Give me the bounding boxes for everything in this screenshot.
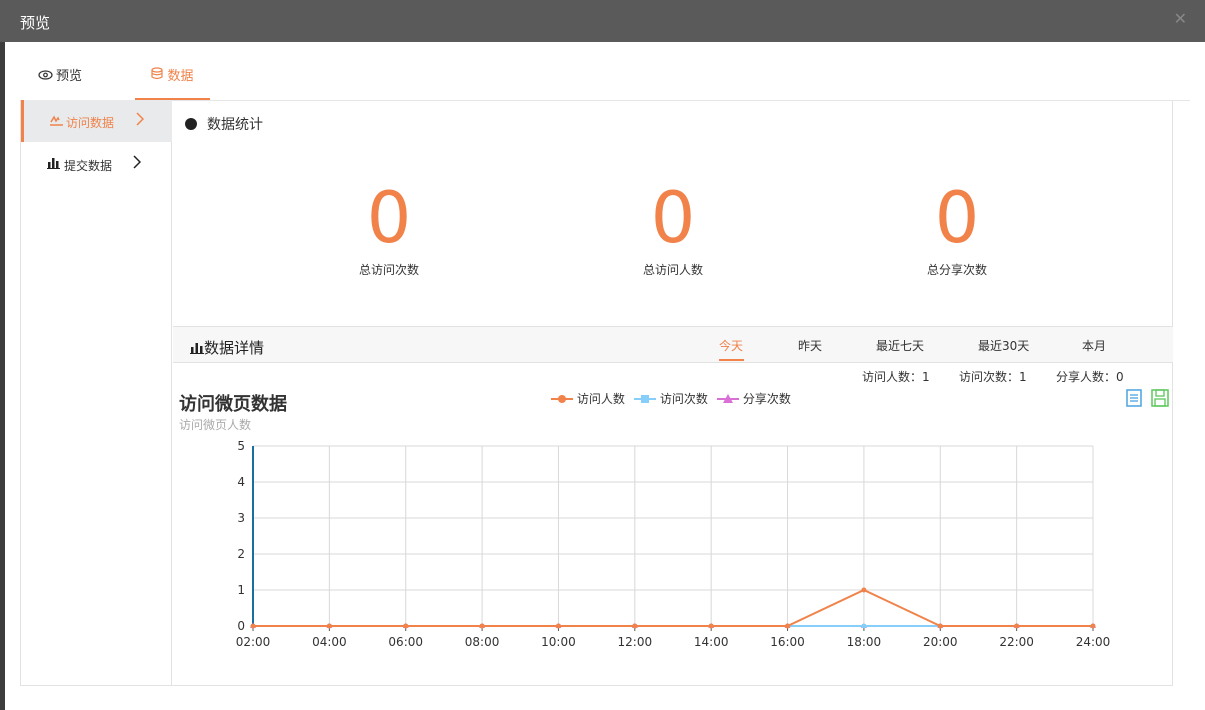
active-range-indicator	[719, 359, 744, 361]
range-tab-last-7-days[interactable]: 最近七天	[876, 337, 924, 354]
x-tick-label: 10:00	[541, 635, 576, 649]
x-tick-label: 24:00	[1076, 635, 1111, 649]
pie-chart-icon	[185, 118, 197, 130]
y-tick-label: 5	[237, 439, 245, 453]
x-tick-label: 20:00	[923, 635, 958, 649]
x-tick-label: 22:00	[999, 635, 1034, 649]
legend-marker-circle-icon	[551, 395, 573, 403]
x-tick-label: 12:00	[618, 635, 653, 649]
close-icon[interactable]: ✕	[1174, 9, 1187, 28]
data-point	[861, 587, 867, 593]
stat-value: 0	[934, 177, 980, 259]
summary-visitors: 访问人数：1	[862, 370, 930, 384]
y-tick-label: 3	[237, 511, 245, 525]
stat-label: 总分享次数	[926, 263, 987, 277]
legend-label: 分享次数	[742, 392, 791, 406]
summary-visits: 访问次数：1	[959, 370, 1027, 384]
data-point	[555, 623, 561, 629]
y-tick-label: 1	[237, 583, 245, 597]
data-point	[479, 623, 485, 629]
detail-title: 数据详情	[190, 337, 264, 358]
detail-header: 数据详情 今天 昨天 最近七天 最近30天 本月	[173, 326, 1173, 363]
stat-value: 0	[366, 177, 412, 259]
data-view-icon[interactable]	[1125, 389, 1143, 407]
data-point	[861, 624, 866, 628]
range-tab-yesterday[interactable]: 昨天	[798, 337, 822, 354]
legend-label: 访问次数	[659, 392, 708, 406]
legend-item-visitors[interactable]: 访问人数	[551, 390, 625, 407]
x-tick-label: 06:00	[388, 635, 423, 649]
tab-preview-label: 预览	[55, 69, 82, 84]
x-tick-label: 16:00	[770, 635, 805, 649]
sidebar-item-submit-data[interactable]: 提交数据	[21, 143, 172, 185]
y-tick-label: 2	[237, 547, 245, 561]
backdrop-edge	[0, 0, 5, 710]
legend-label: 访问人数	[576, 392, 625, 406]
y-tick-label: 4	[237, 475, 245, 489]
legend-item-shares[interactable]: 分享次数	[717, 390, 791, 407]
pulse-icon	[50, 114, 63, 129]
sidebar-item-label: 提交数据	[64, 159, 113, 173]
data-point	[937, 623, 943, 629]
data-point	[1014, 623, 1020, 629]
data-point	[1090, 623, 1096, 629]
stats-title-label: 数据统计	[207, 117, 263, 133]
data-point	[403, 623, 409, 629]
sidebar: 访问数据 提交数据	[21, 100, 172, 685]
detail-title-label: 数据详情	[204, 339, 265, 357]
line-chart: 0 1 2 3 4 5 02:00 04:00 06:00 08:00 10:00 12:00 14:…	[236, 439, 1111, 649]
x-tick-label: 02:00	[236, 635, 271, 649]
legend-marker-square-icon	[634, 395, 656, 403]
data-point	[326, 623, 332, 629]
legend-item-visits[interactable]: 访问次数	[634, 390, 708, 407]
data-point	[785, 623, 791, 629]
chart-series	[250, 587, 1096, 629]
dialog-title: 预览	[20, 14, 51, 32]
content-area: 数据统计 0 总访问次数 0 总访问人数 0 总分享次数 数据详情 今天 昨天 …	[173, 100, 1173, 685]
stat-total-visitors: 0 总访问人数	[573, 178, 773, 278]
stat-label: 总访问人数	[642, 263, 703, 277]
preview-dialog: 预览 ✕ 预览 数据 访问数据 提交数据 数据统计 0 总访问次数 0 总访问人…	[0, 0, 1205, 710]
range-tab-this-month[interactable]: 本月	[1082, 337, 1106, 354]
database-icon	[151, 60, 164, 93]
x-tick-label: 18:00	[847, 635, 882, 649]
save-image-icon[interactable]	[1151, 389, 1169, 407]
y-tick-label: 0	[237, 619, 245, 633]
x-tick-label: 04:00	[312, 635, 347, 649]
tab-data[interactable]: 数据	[135, 60, 210, 100]
stats-section-title: 数据统计	[185, 114, 263, 134]
stat-label: 总访问次数	[358, 263, 419, 277]
series-line-0	[253, 588, 1093, 627]
tab-bar: 预览 数据	[20, 60, 1190, 101]
chevron-right-icon	[136, 111, 145, 130]
chevron-right-icon	[133, 154, 142, 173]
tab-data-label: 数据	[167, 69, 194, 84]
data-point	[708, 623, 714, 629]
y-axis: 0 1 2 3 4 5	[237, 439, 254, 633]
tab-preview[interactable]: 预览	[20, 60, 100, 100]
sidebar-item-visit-data[interactable]: 访问数据	[21, 100, 172, 142]
x-tick-label: 14:00	[694, 635, 729, 649]
chart-title: 访问微页数据	[179, 394, 287, 415]
data-point	[632, 623, 638, 629]
summary-share-users: 分享人数：0	[1056, 370, 1124, 384]
data-point	[250, 623, 256, 629]
stat-value: 0	[650, 177, 696, 259]
chart-grid	[252, 445, 1094, 627]
bar-chart-icon	[190, 343, 204, 354]
legend-marker-triangle-icon	[717, 394, 739, 403]
eye-icon	[38, 60, 53, 93]
x-tick-label: 08:00	[465, 635, 500, 649]
dialog-titlebar: 预览 ✕	[0, 0, 1205, 42]
sidebar-item-label: 访问数据	[66, 116, 115, 130]
stat-total-shares: 0 总分享次数	[857, 178, 1057, 278]
range-tab-last-30-days[interactable]: 最近30天	[978, 337, 1029, 354]
range-tab-today[interactable]: 今天	[719, 337, 743, 354]
x-axis: 02:00 04:00 06:00 08:00 10:00 12:00 14:00 16:00…	[236, 625, 1111, 649]
bar-chart-icon	[47, 157, 60, 172]
data-panel: 访问数据 提交数据 数据统计 0 总访问次数 0 总访问人数 0 总分享次数 数…	[20, 100, 1173, 686]
stat-total-visits: 0 总访问次数	[289, 178, 489, 278]
